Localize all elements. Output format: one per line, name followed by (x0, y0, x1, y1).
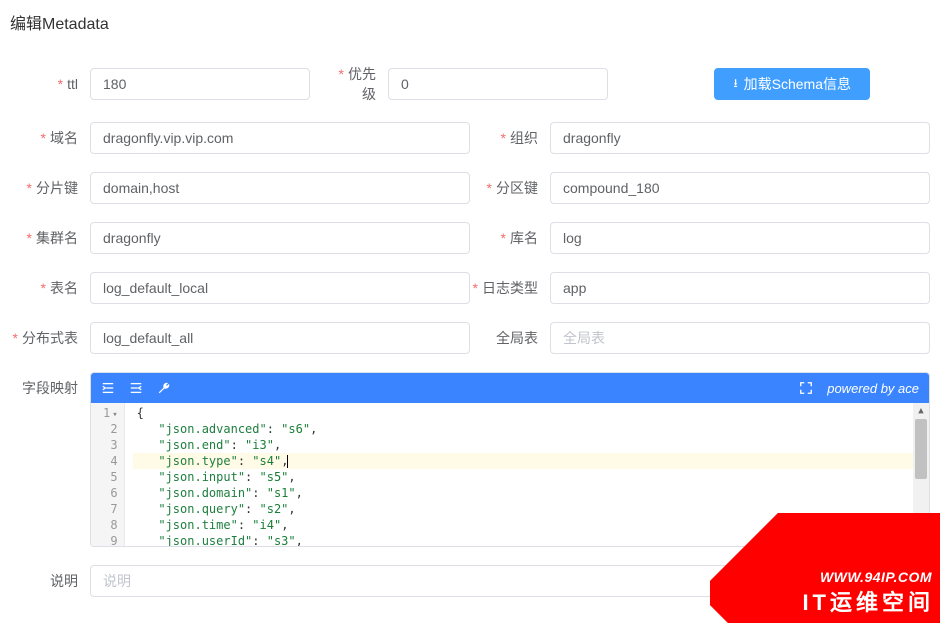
page-title: 编辑Metadata (10, 10, 930, 34)
editor-powered-by: powered by ace (827, 381, 919, 396)
load-schema-button[interactable]: ⭳ 加载Schema信息 (714, 68, 870, 100)
label-db: 库名 (470, 228, 550, 248)
load-schema-label: 加载Schema信息 (744, 74, 851, 94)
table-input[interactable] (90, 272, 470, 304)
fullscreen-icon[interactable] (799, 381, 813, 395)
editor-scrollbar[interactable]: ▲ ▼ (913, 403, 929, 546)
org-input[interactable] (550, 122, 930, 154)
code-area[interactable]: 123456789 { "json.advanced": "s6", "json… (91, 403, 929, 546)
label-log-type: 日志类型 (470, 278, 550, 298)
domain-input[interactable] (90, 122, 470, 154)
shard-key-input[interactable] (90, 172, 470, 204)
editor-gutter: 123456789 (91, 403, 125, 546)
scroll-thumb[interactable] (915, 419, 927, 479)
label-dist-table: 分布式表 (10, 328, 90, 348)
label-partition-key: 分区键 (470, 178, 550, 198)
scroll-down-icon[interactable]: ▼ (913, 530, 929, 546)
label-desc: 说明 (10, 571, 90, 591)
label-global-table: 全局表 (470, 328, 550, 348)
label-shard-key: 分片键 (10, 178, 90, 198)
log-type-input[interactable] (550, 272, 930, 304)
partition-key-input[interactable] (550, 172, 930, 204)
priority-input[interactable] (388, 68, 608, 100)
wrench-icon[interactable] (157, 381, 171, 395)
download-icon: ⭳ (733, 74, 737, 95)
indent-right-icon[interactable] (101, 381, 115, 395)
label-cluster: 集群名 (10, 228, 90, 248)
editor-code[interactable]: { "json.advanced": "s6", "json.end": "i3… (125, 403, 929, 546)
label-priority: 优先级 (328, 64, 388, 104)
global-table-input[interactable] (550, 322, 930, 354)
label-table: 表名 (10, 278, 90, 298)
label-domain: 域名 (10, 128, 90, 148)
label-field-mapping: 字段映射 (10, 372, 90, 398)
dist-table-input[interactable] (90, 322, 470, 354)
scroll-up-icon[interactable]: ▲ (913, 403, 929, 419)
label-org: 组织 (470, 128, 550, 148)
indent-left-icon[interactable] (129, 381, 143, 395)
ttl-input[interactable] (90, 68, 310, 100)
cluster-input[interactable] (90, 222, 470, 254)
db-input[interactable] (550, 222, 930, 254)
field-mapping-editor[interactable]: powered by ace 123456789 { "json.advance… (90, 372, 930, 547)
desc-input[interactable] (90, 565, 930, 597)
label-ttl: ttl (10, 76, 90, 92)
editor-toolbar: powered by ace (91, 373, 929, 403)
